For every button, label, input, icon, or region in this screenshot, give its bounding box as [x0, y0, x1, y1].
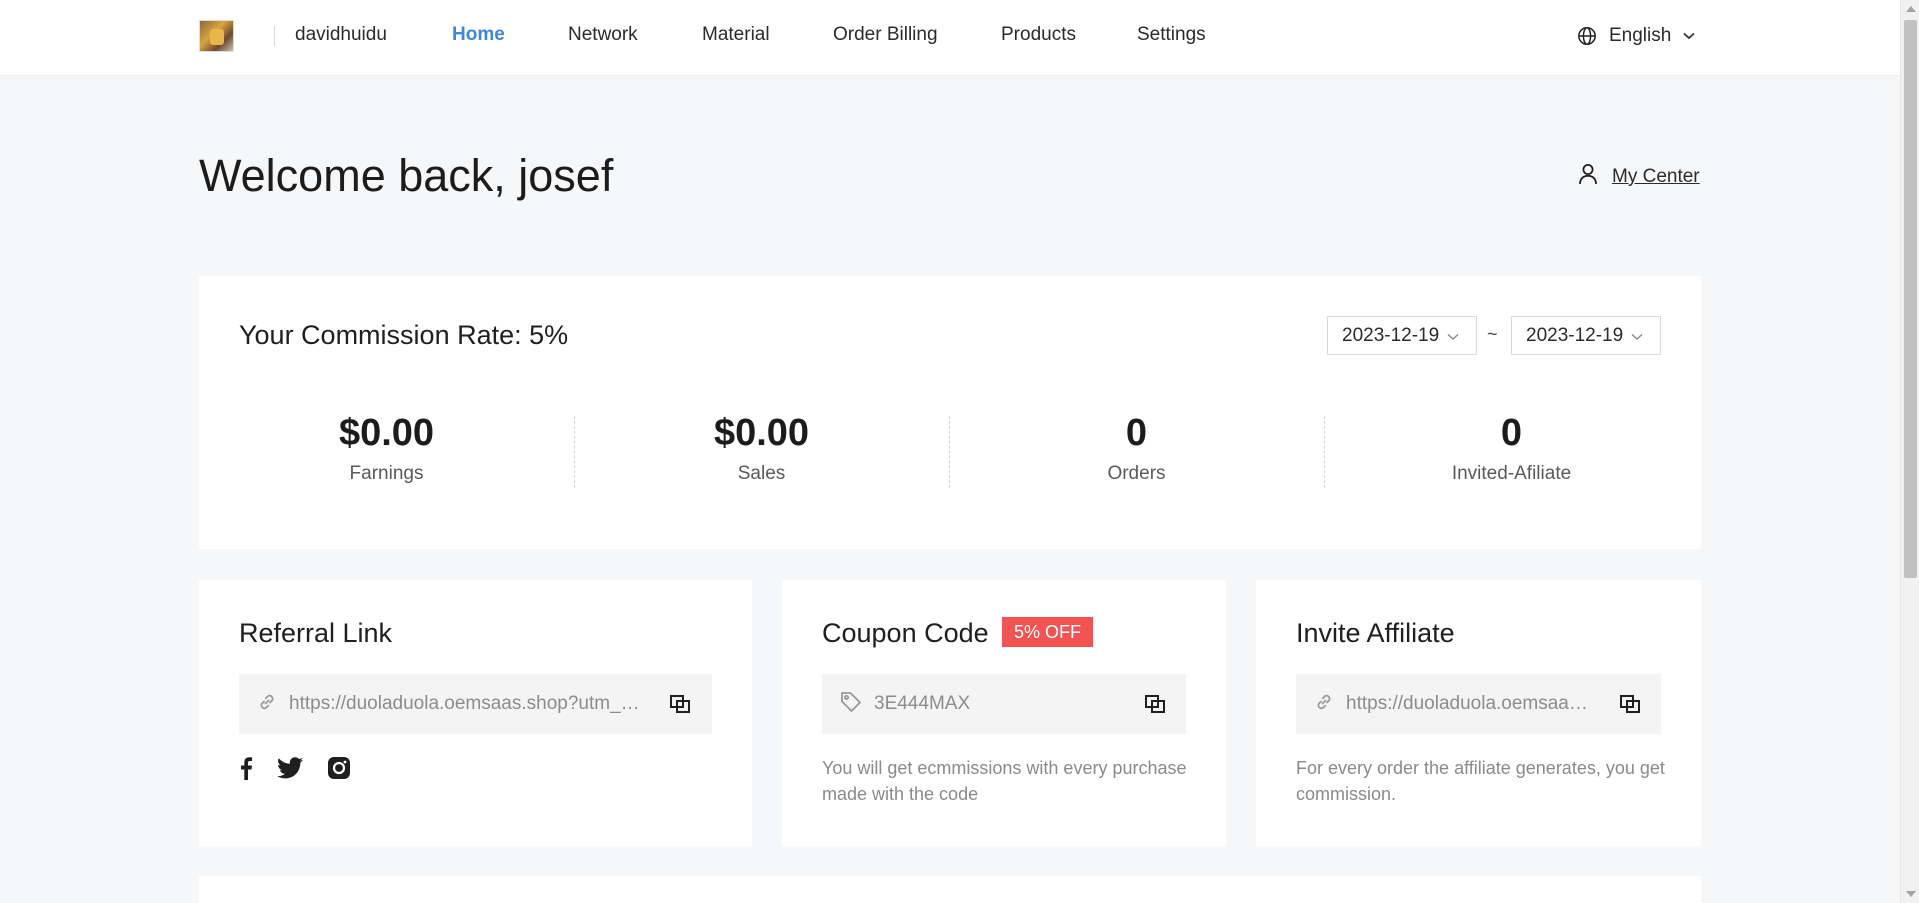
nav-network[interactable]: Network	[568, 24, 638, 46]
coupon-code-field[interactable]: 3E444MAX	[822, 674, 1186, 734]
stat-value: 0	[1125, 412, 1148, 454]
invite-link-text: https://duoladuola.oemsaas.shop/affiliat…	[1346, 693, 1594, 714]
discount-badge: 5% OFF	[1002, 617, 1094, 647]
end-date-picker[interactable]: 2023-12-19	[1511, 316, 1661, 355]
nav-order-billing[interactable]: Order Billing	[833, 24, 938, 46]
social-share	[239, 756, 351, 780]
my-center-label: My Center	[1612, 166, 1700, 187]
chevron-down-icon	[1683, 32, 1695, 40]
copy-icon[interactable]	[669, 694, 691, 714]
invite-description: For every order the affiliate generates,…	[1296, 758, 1665, 804]
header-divider	[274, 26, 275, 46]
twitter-icon[interactable]	[277, 757, 303, 779]
chevron-down-icon	[1447, 325, 1459, 347]
next-section-card	[199, 876, 1701, 903]
nav-material[interactable]: Material	[702, 24, 770, 46]
page-title: Welcome back, josef	[199, 150, 614, 201]
copy-icon[interactable]	[1144, 694, 1166, 714]
referral-link-title: Referral Link	[239, 618, 393, 648]
scroll-up-arrow[interactable]	[1906, 6, 1916, 12]
stat-value: 0	[1500, 412, 1523, 454]
stat-label: Sales	[737, 463, 786, 484]
page-scrollbar[interactable]	[1900, 0, 1919, 903]
link-icon	[1314, 692, 1334, 717]
referral-link-card: Referral Link https://duoladuola.oemsaas…	[199, 580, 752, 846]
language-selector[interactable]: English	[1577, 22, 1695, 50]
nav-products[interactable]: Products	[1001, 24, 1076, 46]
facebook-icon[interactable]	[239, 756, 253, 780]
link-icon	[257, 692, 277, 717]
start-date-value: 2023-12-19	[1342, 324, 1440, 346]
coupon-code-title: Coupon Code	[822, 618, 989, 648]
stat-label: Farnings	[349, 463, 424, 484]
language-label: English	[1609, 25, 1672, 46]
stat-sales: $0.00 Sales	[574, 411, 949, 485]
scroll-down-arrow[interactable]	[1906, 891, 1916, 897]
nav-settings[interactable]: Settings	[1137, 24, 1206, 46]
stat-orders: 0 Orders	[949, 411, 1324, 485]
commission-card: Your Commission Rate: 5% 2023-12-19 ~ 20…	[199, 276, 1701, 549]
stat-invited-affiliate: 0 Invited-Afiliate	[1324, 411, 1699, 485]
referral-link-field[interactable]: https://duoladuola.oemsaas.shop?utm_sour…	[239, 674, 712, 734]
user-icon	[1578, 163, 1598, 191]
date-range-separator: ~	[1487, 324, 1498, 344]
referral-link-text: https://duoladuola.oemsaas.shop?utm_sour…	[289, 693, 644, 714]
my-center-link[interactable]: My Center	[1578, 163, 1700, 191]
instagram-icon[interactable]	[327, 756, 351, 780]
top-header: davidhuidu Home Network Material Order B…	[0, 0, 1900, 76]
coupon-code-text: 3E444MAX	[874, 693, 971, 714]
username: davidhuidu	[295, 24, 387, 45]
stat-value: $0.00	[338, 412, 435, 454]
commission-rate-title: Your Commission Rate: 5%	[239, 320, 569, 350]
end-date-value: 2023-12-19	[1526, 324, 1624, 346]
invite-link-field[interactable]: https://duoladuola.oemsaas.shop/affiliat…	[1296, 674, 1661, 734]
coupon-description: You will get ecmmissions with every purc…	[822, 758, 1187, 804]
chevron-down-icon	[1631, 325, 1643, 347]
copy-icon[interactable]	[1619, 694, 1641, 714]
coupon-code-card: Coupon Code 5% OFF 3E444MAX You will get…	[782, 580, 1226, 846]
globe-icon	[1577, 26, 1597, 46]
invite-affiliate-card: Invite Affiliate https://duoladuola.oems…	[1256, 580, 1701, 846]
scroll-thumb[interactable]	[1904, 20, 1917, 578]
stat-value: $0.00	[713, 412, 810, 454]
nav-home[interactable]: Home	[452, 24, 505, 46]
start-date-picker[interactable]: 2023-12-19	[1327, 316, 1477, 355]
tag-icon	[840, 691, 862, 718]
stat-label: Invited-Afiliate	[1451, 463, 1572, 484]
invite-affiliate-title: Invite Affiliate	[1296, 618, 1455, 648]
stat-earnings: $0.00 Farnings	[199, 411, 574, 485]
stat-label: Orders	[1107, 463, 1166, 484]
avatar[interactable]	[199, 20, 234, 52]
